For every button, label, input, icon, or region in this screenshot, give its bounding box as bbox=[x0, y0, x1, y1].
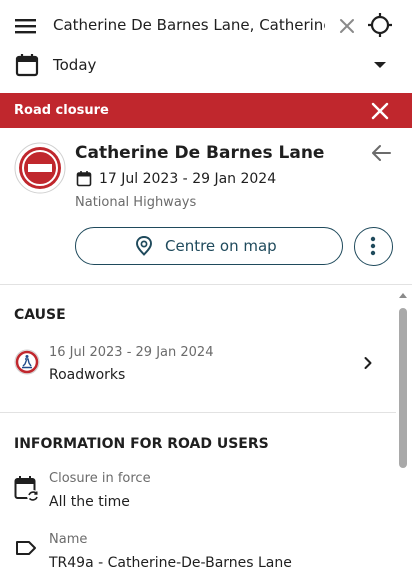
location-pin-icon bbox=[135, 236, 153, 256]
info-value: TR49a - Catherine-De-Barnes Lane bbox=[49, 555, 292, 571]
hamburger-menu-icon bbox=[15, 19, 36, 34]
cause-divider bbox=[0, 412, 396, 413]
cause-dates: 16 Jul 2023 - 29 Jan 2024 bbox=[49, 345, 214, 360]
cause-row[interactable]: 16 Jul 2023 - 29 Jan 2024 Roadworks bbox=[0, 338, 392, 388]
arrow-left-icon bbox=[372, 145, 391, 161]
cause-type: Roadworks bbox=[49, 367, 126, 383]
closure-title: Catherine De Barnes Lane bbox=[75, 143, 325, 163]
locate-button[interactable] bbox=[367, 12, 393, 38]
centre-on-map-label: Centre on map bbox=[165, 237, 277, 255]
close-icon bbox=[340, 19, 354, 33]
menu-button[interactable] bbox=[14, 16, 38, 36]
info-label: Name bbox=[49, 532, 88, 547]
info-value: All the time bbox=[49, 494, 130, 510]
header-divider bbox=[0, 284, 412, 285]
info-heading: INFORMATION FOR ROAD USERS bbox=[14, 436, 269, 452]
roadworks-icon bbox=[14, 349, 40, 375]
dates-calendar-icon bbox=[76, 170, 92, 187]
close-panel-button[interactable] bbox=[370, 101, 390, 121]
search-input[interactable]: Catherine De Barnes Lane, Catherine bbox=[53, 14, 325, 36]
scrollbar-thumb[interactable] bbox=[399, 308, 407, 468]
caret-down-icon bbox=[374, 62, 386, 68]
date-filter-calendar-icon bbox=[15, 53, 39, 77]
info-item: Name TR49a - Catherine-De-Barnes Lane bbox=[0, 529, 392, 577]
closure-dates: 17 Jul 2023 - 29 Jan 2024 bbox=[99, 171, 277, 187]
close-icon bbox=[371, 102, 389, 120]
calendar-icon bbox=[76, 171, 92, 187]
info-label: Closure in force bbox=[49, 471, 151, 486]
banner-title: Road closure bbox=[14, 103, 109, 118]
centre-on-map-button[interactable]: Centre on map bbox=[75, 227, 343, 265]
road-closure-banner: Road closure bbox=[0, 93, 412, 128]
date-filter-dropdown[interactable] bbox=[372, 60, 388, 70]
more-vertical-icon bbox=[370, 236, 376, 256]
chevron-right-icon bbox=[363, 356, 373, 370]
no-entry-icon bbox=[14, 142, 66, 194]
date-filter-select[interactable]: Today bbox=[53, 54, 96, 76]
calendar-sync-icon bbox=[14, 475, 40, 503]
clear-search-button[interactable] bbox=[337, 16, 357, 36]
closure-authority: National Highways bbox=[75, 195, 197, 210]
crosshair-icon bbox=[368, 13, 392, 37]
scroll-up-arrow[interactable] bbox=[398, 291, 408, 299]
cause-heading: CAUSE bbox=[14, 307, 66, 323]
more-options-button[interactable] bbox=[354, 227, 393, 266]
calendar-icon bbox=[15, 54, 39, 77]
label-icon bbox=[15, 540, 37, 556]
back-button[interactable] bbox=[370, 143, 392, 163]
info-item: Closure in force All the time bbox=[0, 468, 392, 516]
